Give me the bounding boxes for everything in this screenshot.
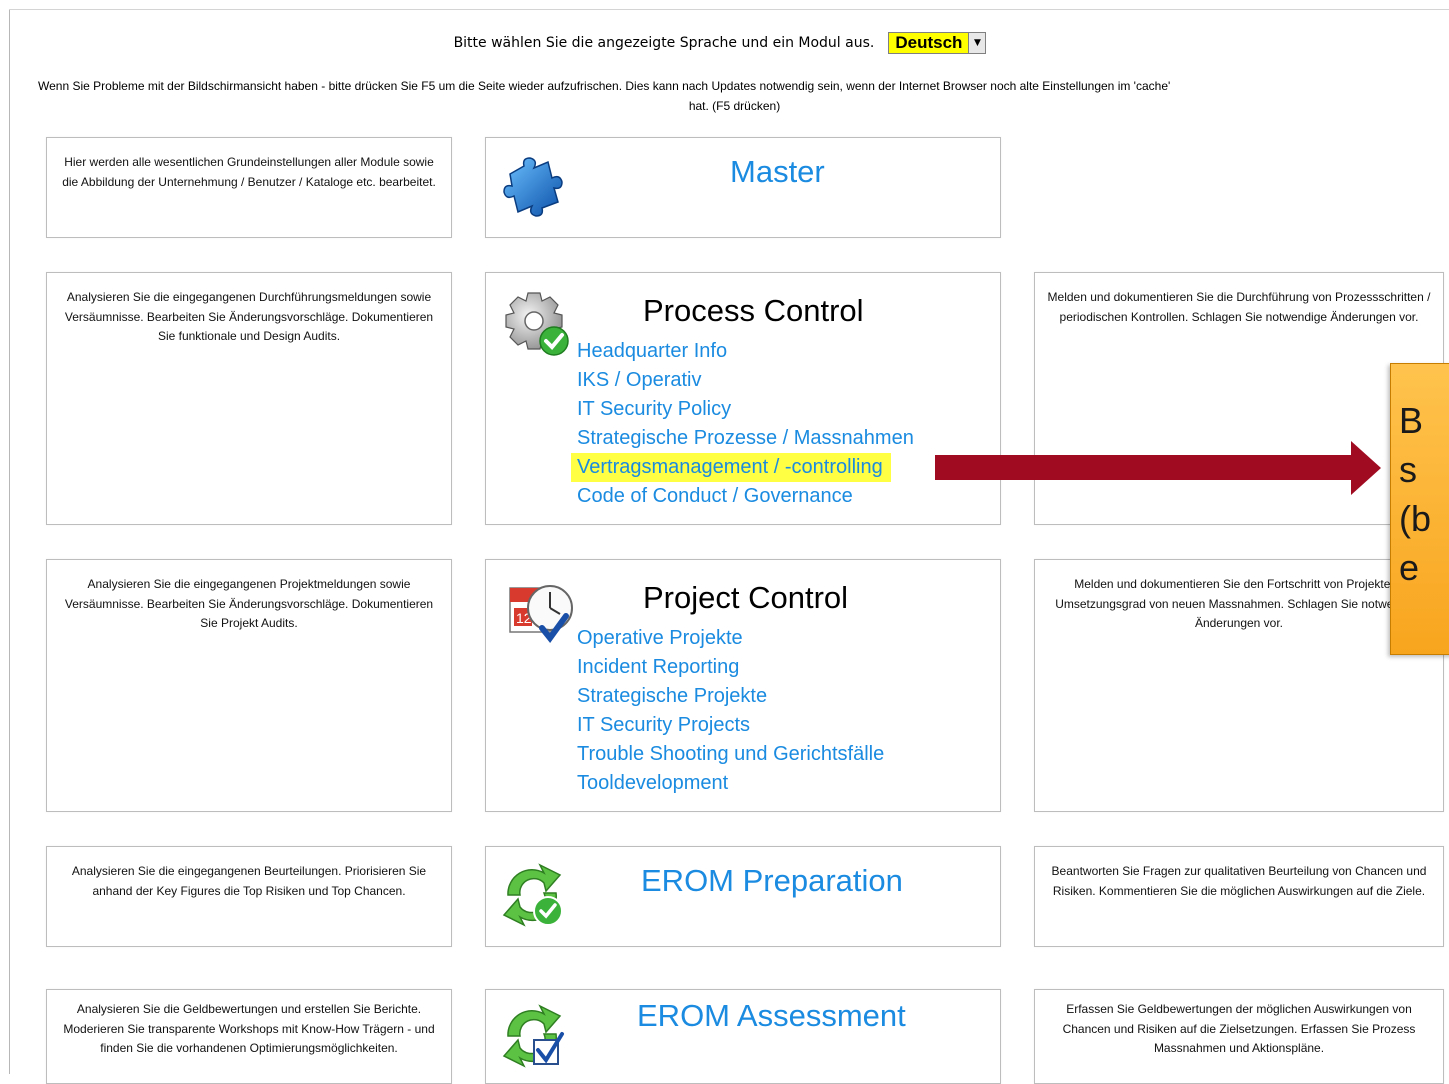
frame-border-top bbox=[9, 9, 1449, 10]
link-trouble-shooting[interactable]: Trouble Shooting und Gerichtsfälle bbox=[577, 740, 884, 769]
callout-line: B bbox=[1399, 400, 1424, 441]
language-select[interactable]: Deutsch ▼ bbox=[888, 32, 987, 54]
erom-assessment-analysis-description: Analysieren Sie die Geldbewertungen und … bbox=[63, 1002, 435, 1055]
erom-preparation-analysis-box: Analysieren Sie die eingegangenen Beurte… bbox=[46, 846, 452, 947]
erom-preparation-title[interactable]: EROM Preparation bbox=[641, 863, 903, 899]
link-tooldevelopment[interactable]: Tooldevelopment bbox=[577, 769, 884, 798]
process-control-analysis-box: Analysieren Sie die eingegangenen Durchf… bbox=[46, 272, 452, 525]
master-description-box: Hier werden alle wesentlichen Grundeinst… bbox=[46, 137, 452, 238]
refresh-check-icon bbox=[502, 863, 563, 927]
project-control-module-box: 12 12 Project Control Operative Projekte… bbox=[485, 559, 1001, 812]
puzzle-icon bbox=[503, 157, 563, 217]
calendar-clock-icon: 12 12 bbox=[509, 585, 573, 643]
link-it-security-projects[interactable]: IT Security Projects bbox=[577, 711, 884, 740]
erom-assessment-title[interactable]: EROM Assessment bbox=[637, 998, 906, 1034]
language-row: Bitte wählen Sie die angezeigte Sprache … bbox=[0, 31, 1449, 55]
process-control-analysis-description: Analysieren Sie die eingegangenen Durchf… bbox=[64, 290, 434, 343]
annotation-callout-text: B s (b e bbox=[1399, 396, 1431, 592]
refresh-info-line1: Wenn Sie Probleme mit der Bildschirmansi… bbox=[38, 79, 1171, 93]
language-select-value[interactable]: Deutsch bbox=[889, 33, 968, 53]
annotation-arrow-head bbox=[1351, 441, 1381, 495]
link-it-security-policy[interactable]: IT Security Policy bbox=[577, 395, 914, 424]
chevron-down-icon[interactable]: ▼ bbox=[968, 33, 986, 53]
master-module-box[interactable]: Master bbox=[485, 137, 1001, 238]
language-prompt: Bitte wählen Sie die angezeigte Sprache … bbox=[453, 35, 875, 51]
link-headquarter-info[interactable]: Headquarter Info bbox=[577, 337, 914, 366]
process-control-link-list: Headquarter Info IKS / Operativ IT Secur… bbox=[571, 337, 914, 511]
erom-assessment-analysis-box: Analysieren Sie die Geldbewertungen und … bbox=[46, 989, 452, 1084]
process-control-reporting-description: Melden und dokumentieren Sie die Durchfü… bbox=[1047, 290, 1431, 324]
link-strategische-projekte[interactable]: Strategische Projekte bbox=[577, 682, 884, 711]
link-incident-reporting[interactable]: Incident Reporting bbox=[577, 653, 884, 682]
project-control-link-list: Operative Projekte Incident Reporting St… bbox=[577, 624, 884, 798]
refresh-checkbox-icon bbox=[502, 1004, 564, 1068]
process-control-reporting-box: Melden und dokumentieren Sie die Durchfü… bbox=[1034, 272, 1444, 525]
link-iks-operativ[interactable]: IKS / Operativ bbox=[577, 366, 914, 395]
link-vertragsmanagement[interactable]: Vertragsmanagement / -controlling bbox=[571, 453, 891, 482]
link-operative-projekte[interactable]: Operative Projekte bbox=[577, 624, 884, 653]
callout-line: s bbox=[1399, 449, 1417, 490]
master-description: Hier werden alle wesentlichen Grundeinst… bbox=[62, 155, 436, 189]
erom-preparation-reporting-box: Beantworten Sie Fragen zur qualitativen … bbox=[1034, 846, 1444, 947]
project-control-reporting-description: Melden und dokumentieren Sie den Fortsch… bbox=[1055, 577, 1423, 630]
process-control-title: Process Control bbox=[643, 293, 864, 328]
project-control-analysis-description: Analysieren Sie die eingegangenen Projek… bbox=[64, 577, 434, 630]
project-control-title: Project Control bbox=[643, 580, 849, 615]
callout-line: e bbox=[1399, 547, 1420, 588]
frame-border-left bbox=[9, 9, 10, 1074]
annotation-arrow-shaft bbox=[935, 455, 1355, 480]
erom-assessment-reporting-description: Erfassen Sie Geldbewertungen der möglich… bbox=[1062, 1002, 1416, 1055]
link-strategische-prozesse[interactable]: Strategische Prozesse / Massnahmen bbox=[577, 424, 914, 453]
erom-preparation-reporting-description: Beantworten Sie Fragen zur qualitativen … bbox=[1051, 864, 1427, 898]
process-control-module-box: Process Control Headquarter Info IKS / O… bbox=[485, 272, 1001, 525]
erom-assessment-module-box[interactable]: EROM Assessment bbox=[485, 989, 1001, 1084]
callout-line: (b bbox=[1399, 498, 1432, 539]
erom-preparation-module-box[interactable]: EROM Preparation bbox=[485, 846, 1001, 947]
link-code-of-conduct[interactable]: Code of Conduct / Governance bbox=[577, 482, 914, 511]
refresh-info-line2: hat. (F5 drücken) bbox=[688, 99, 781, 113]
project-control-reporting-box: Melden und dokumentieren Sie den Fortsch… bbox=[1034, 559, 1444, 812]
master-title[interactable]: Master bbox=[730, 154, 825, 190]
project-control-analysis-box: Analysieren Sie die eingegangenen Projek… bbox=[46, 559, 452, 812]
erom-assessment-reporting-box: Erfassen Sie Geldbewertungen der möglich… bbox=[1034, 989, 1444, 1084]
erom-preparation-analysis-description: Analysieren Sie die eingegangenen Beurte… bbox=[71, 864, 427, 898]
gear-check-icon bbox=[505, 292, 569, 356]
